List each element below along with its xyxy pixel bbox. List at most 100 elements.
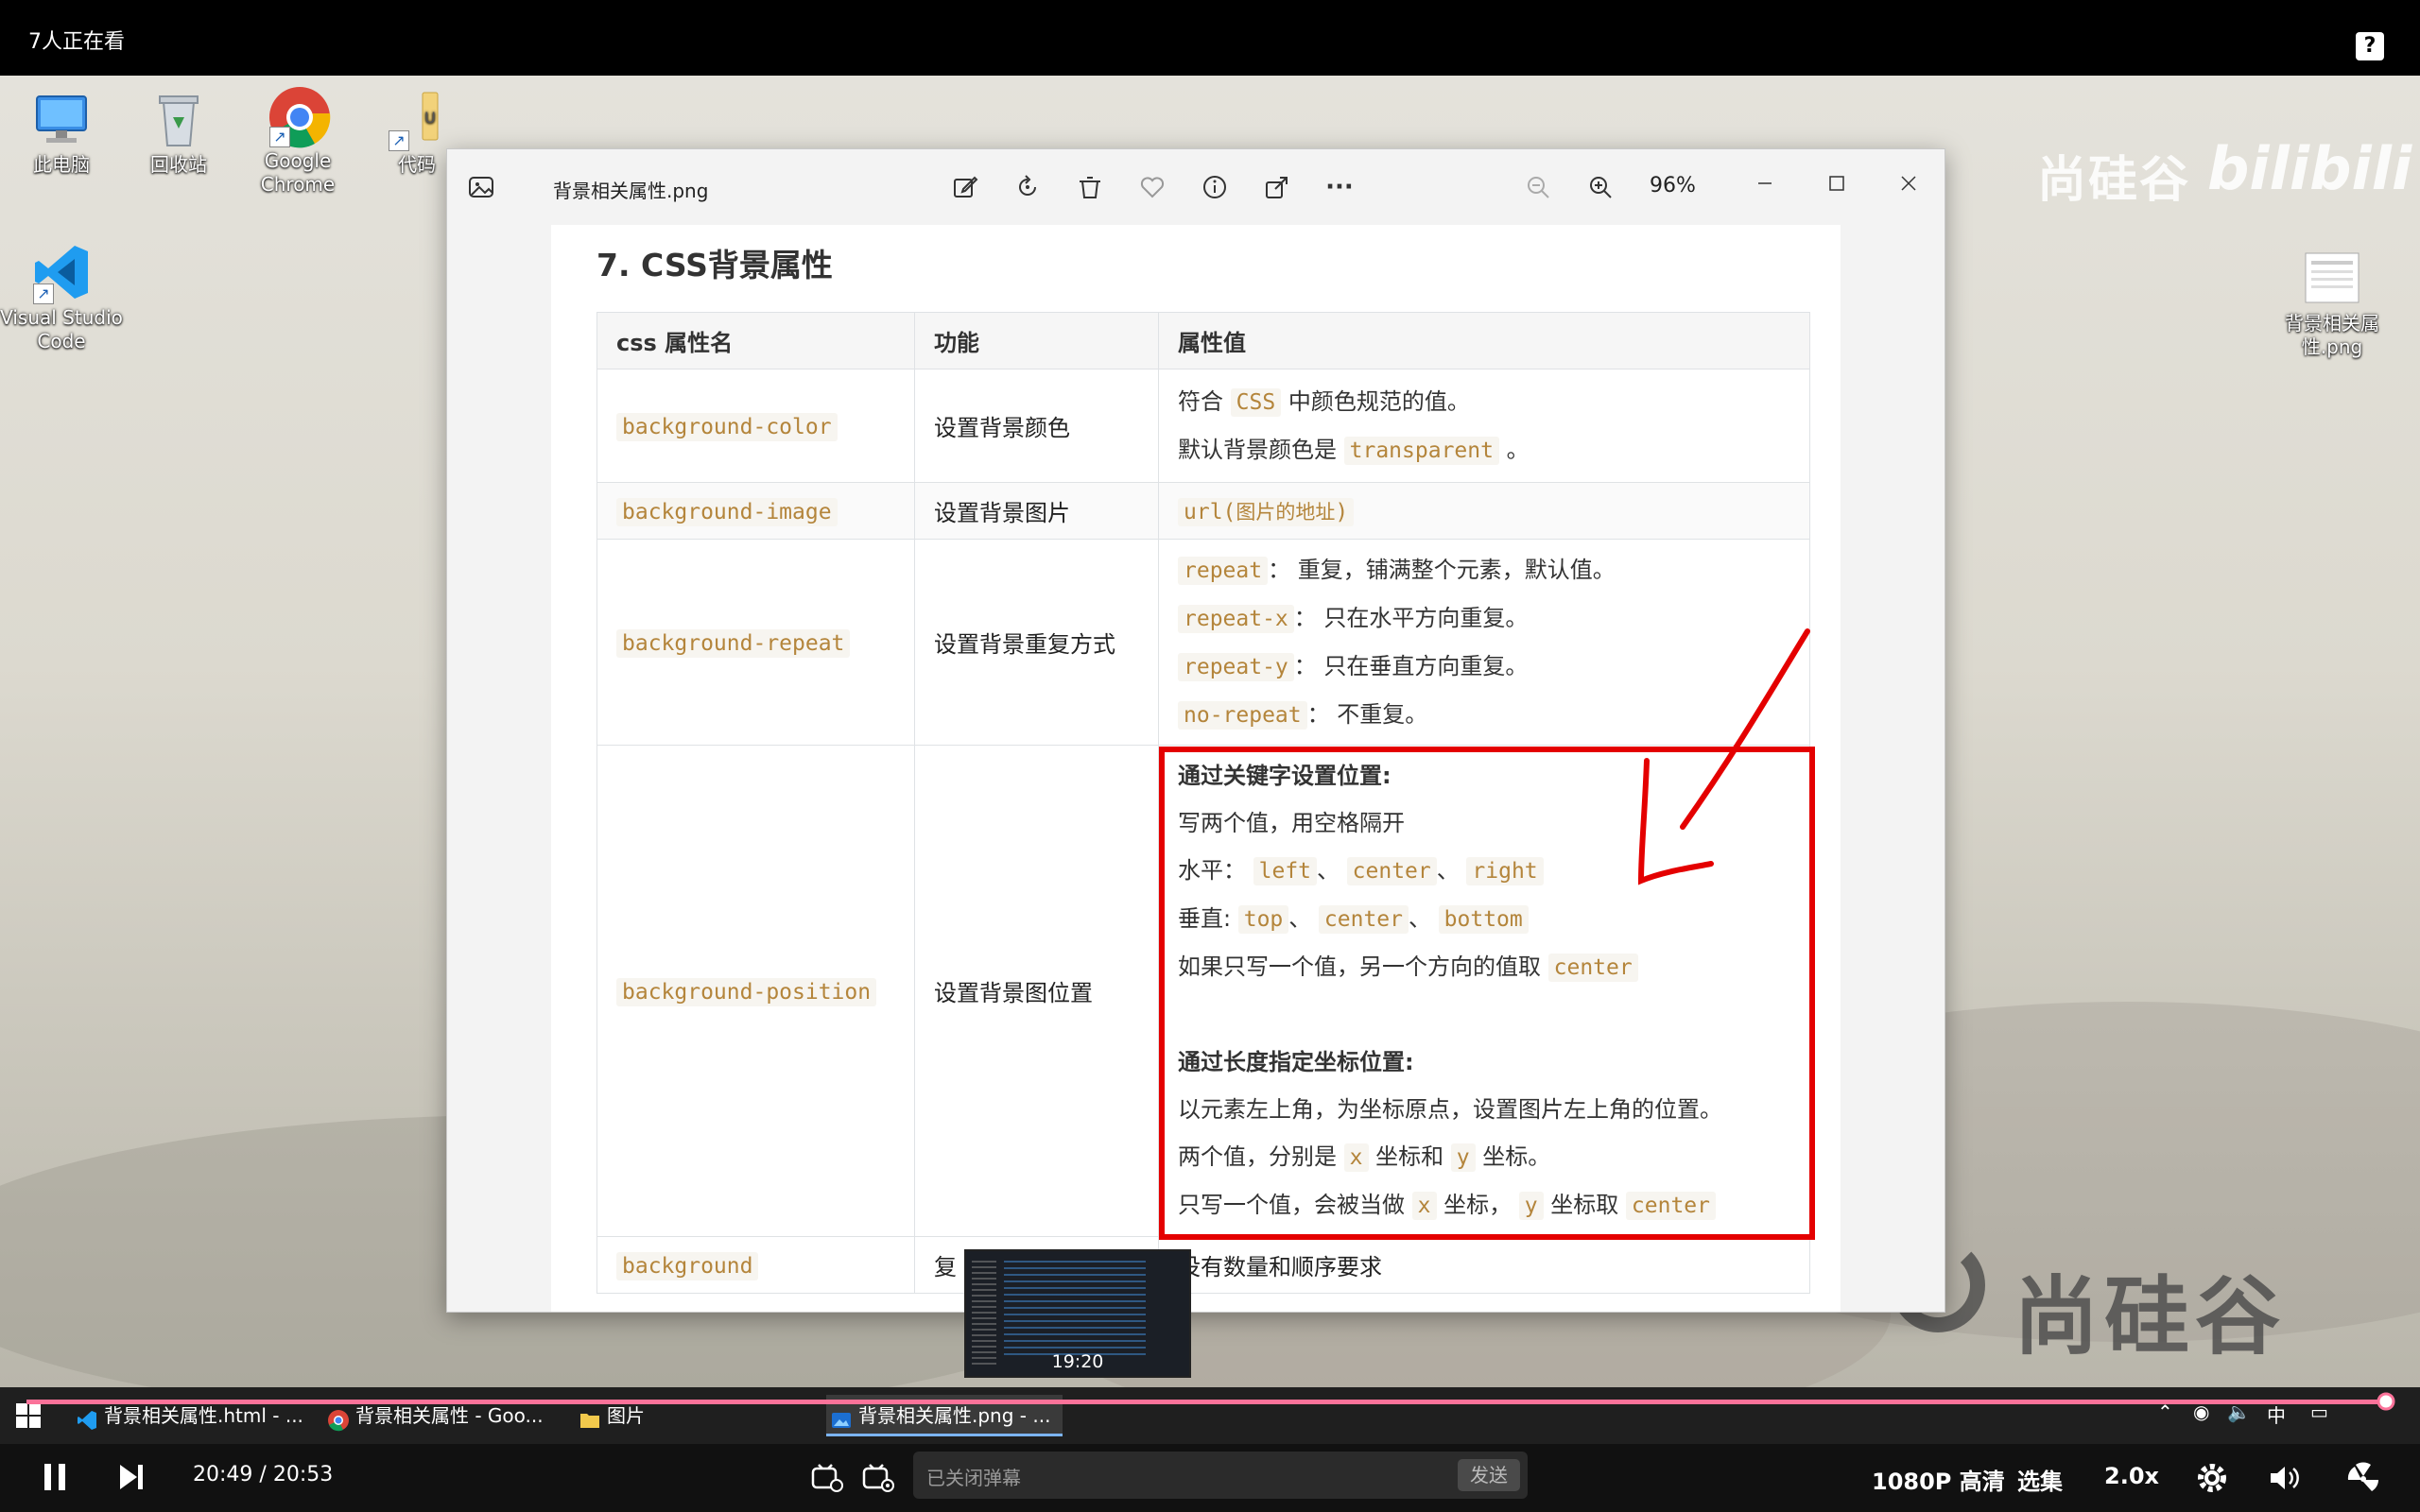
function-cell: 设置背景颜色	[914, 369, 1159, 483]
danmaku-toggle-icon[interactable]	[811, 1463, 843, 1497]
function-cell: 设置背景图位置	[914, 745, 1159, 1237]
close-button[interactable]	[1882, 163, 1935, 204]
recycle-bin-icon	[148, 89, 209, 149]
settings-gear-icon[interactable]	[2195, 1461, 2229, 1499]
speed-selector[interactable]: 2.0x	[2104, 1463, 2159, 1489]
shortcut-arrow-icon: ↗	[33, 284, 54, 304]
pause-icon[interactable]	[42, 1461, 68, 1497]
viewer-title-bar: 背景相关属性.png ··· 96%	[447, 149, 1945, 225]
computer-icon	[31, 89, 92, 149]
photo-viewer-window: 背景相关属性.png ··· 96% 7. CSS背景属性 css 属性名 功能…	[446, 148, 1945, 1313]
property-cell: background-image	[596, 482, 915, 540]
maximize-button[interactable]	[1810, 163, 1863, 204]
desktop-icon-chrome[interactable]: ↗ Google Chrome	[236, 85, 359, 197]
value-cell: 没有数量和顺序要求	[1158, 1236, 1810, 1294]
zoom-level[interactable]: 96%	[1650, 174, 1696, 198]
property-name: background-repeat	[616, 628, 851, 658]
property-cell: background-position	[596, 745, 915, 1237]
chrome-icon	[327, 1404, 350, 1432]
desktop-icon-recycle-bin[interactable]: 回收站	[117, 89, 240, 177]
brand-watermark-bottom: 尚硅谷	[2014, 1267, 2286, 1366]
desktop-icon-label: 背景相关属性.png	[2285, 312, 2379, 358]
rotate-icon[interactable]	[1009, 168, 1046, 206]
info-icon[interactable]	[1196, 168, 1234, 206]
chrome-icon: ↗	[268, 85, 331, 148]
seek-preview-thumbnail: 19:20	[964, 1249, 1191, 1378]
desktop-icon-png-file[interactable]: 背景相关属性.png	[2271, 248, 2394, 359]
property-cell: background-repeat	[596, 539, 915, 746]
desktop-icon-label: Google Chrome	[260, 149, 336, 196]
value-cell: 通过关键字设置位置: 写两个值，用空格隔开 水平： left、 center、 …	[1158, 745, 1810, 1237]
table-row: background-image 设置背景图片 url(图片的地址)	[596, 482, 1810, 540]
desktop-icon-label: 回收站	[150, 153, 207, 176]
photos-app-icon	[830, 1404, 853, 1428]
image-content: 7. CSS背景属性 css 属性名 功能 属性值 background-col…	[551, 225, 1841, 1312]
desktop-icon-label: Visual Studio Code	[0, 306, 123, 352]
table-row: background-repeat 设置背景重复方式 repeat： 重复，铺满…	[596, 539, 1810, 746]
video-top-bar: 7人正在看 ?	[0, 0, 2420, 76]
property-cell: background	[596, 1236, 915, 1294]
vscode-icon	[76, 1404, 98, 1430]
progress-knob-icon[interactable]	[2376, 1391, 2396, 1412]
help-button[interactable]: ?	[2356, 32, 2384, 60]
more-icon[interactable]: ···	[1321, 168, 1358, 206]
edit-icon[interactable]	[946, 168, 984, 206]
video-progress-bar[interactable]	[26, 1392, 2395, 1411]
value-cell: 符合 CSS 中颜色规范的值。 默认背景颜色是 transparent 。	[1158, 369, 1810, 483]
image-file-icon	[2302, 248, 2362, 308]
favorite-icon[interactable]	[1133, 168, 1171, 206]
css-background-table: css 属性名 功能 属性值 background-color 设置背景颜色 符…	[596, 312, 1810, 1294]
property-name: background-color	[616, 412, 838, 441]
shortcut-arrow-icon: ↗	[389, 130, 409, 151]
table-row: background-position 设置背景图位置 通过关键字设置位置: 写…	[596, 745, 1810, 1237]
fullscreen-icon[interactable]	[2346, 1461, 2380, 1499]
desktop-icon-this-pc[interactable]: 此电脑	[0, 89, 123, 177]
windows-taskbar: 背景相关属性.html - ... 背景相关属性 - Goo... 图片 背景相…	[0, 1387, 2420, 1444]
shortcut-arrow-icon: ↗	[269, 127, 290, 147]
photos-app-icon	[466, 172, 496, 202]
desktop-icon-vscode[interactable]: ↗ Visual Studio Code	[0, 242, 123, 353]
header-function: 功能	[914, 312, 1159, 369]
folder-icon	[579, 1404, 601, 1428]
property-cell: background-color	[596, 369, 915, 483]
property-name: background	[616, 1251, 759, 1280]
value-cell: repeat： 重复，铺满整个元素，默认值。 repeat-x： 只在水平方向重…	[1158, 539, 1810, 746]
zoom-out-icon[interactable]	[1519, 168, 1557, 206]
delete-icon[interactable]	[1071, 168, 1109, 206]
send-danmaku-button[interactable]: 发送	[1458, 1459, 1520, 1491]
windows-start-icon[interactable]	[15, 1402, 42, 1429]
preview-time: 19:20	[1051, 1351, 1104, 1372]
danmaku-settings-icon[interactable]	[862, 1463, 894, 1497]
playback-time: 20:49 / 20:53	[193, 1463, 334, 1486]
folder-icon: U ↗	[387, 89, 447, 151]
vscode-icon: ↗	[31, 242, 92, 304]
bilibili-watermark: bilibili	[2207, 134, 2412, 203]
quality-selector[interactable]: 1080P 高清	[1872, 1463, 2005, 1496]
next-icon[interactable]	[117, 1461, 146, 1497]
brand-watermark: 尚硅谷	[2037, 152, 2191, 209]
share-icon[interactable]	[1258, 168, 1296, 206]
progress-fill	[26, 1400, 2386, 1404]
episodes-button[interactable]: 选集	[2017, 1463, 2063, 1496]
svg-text:U: U	[424, 109, 436, 127]
function-cell: 设置背景图片	[914, 482, 1159, 540]
file-name: 背景相关属性.png	[553, 180, 709, 202]
function-cell: 设置背景重复方式	[914, 539, 1159, 746]
section-heading: 7. CSS背景属性	[596, 247, 833, 284]
header-name: css 属性名	[596, 312, 915, 369]
minimize-button[interactable]	[1738, 163, 1791, 204]
table-row: background-color 设置背景颜色 符合 CSS 中颜色规范的值。 …	[596, 369, 1810, 483]
table-row: background 复 没有数量和顺序要求	[596, 1236, 1810, 1294]
desktop-icon-label: 此电脑	[33, 153, 90, 176]
property-name: background-image	[616, 497, 838, 526]
danmaku-input[interactable]: 已关闭弹幕 发送	[913, 1452, 1528, 1499]
volume-icon[interactable]	[2267, 1461, 2301, 1499]
player-control-bar: 20:49 / 20:53 已关闭弹幕 发送 1080P 高清 选集 2.0x	[0, 1444, 2420, 1512]
value-cell: url(图片的地址)	[1158, 482, 1810, 540]
table-header-row: css 属性名 功能 属性值	[596, 312, 1810, 369]
header-value: 属性值	[1158, 312, 1810, 369]
zoom-in-icon[interactable]	[1582, 168, 1619, 206]
property-name: background-position	[616, 977, 877, 1006]
tray-ime-indicator[interactable]: 中	[2267, 1400, 2286, 1428]
viewer-count: 7人正在看	[28, 30, 125, 54]
